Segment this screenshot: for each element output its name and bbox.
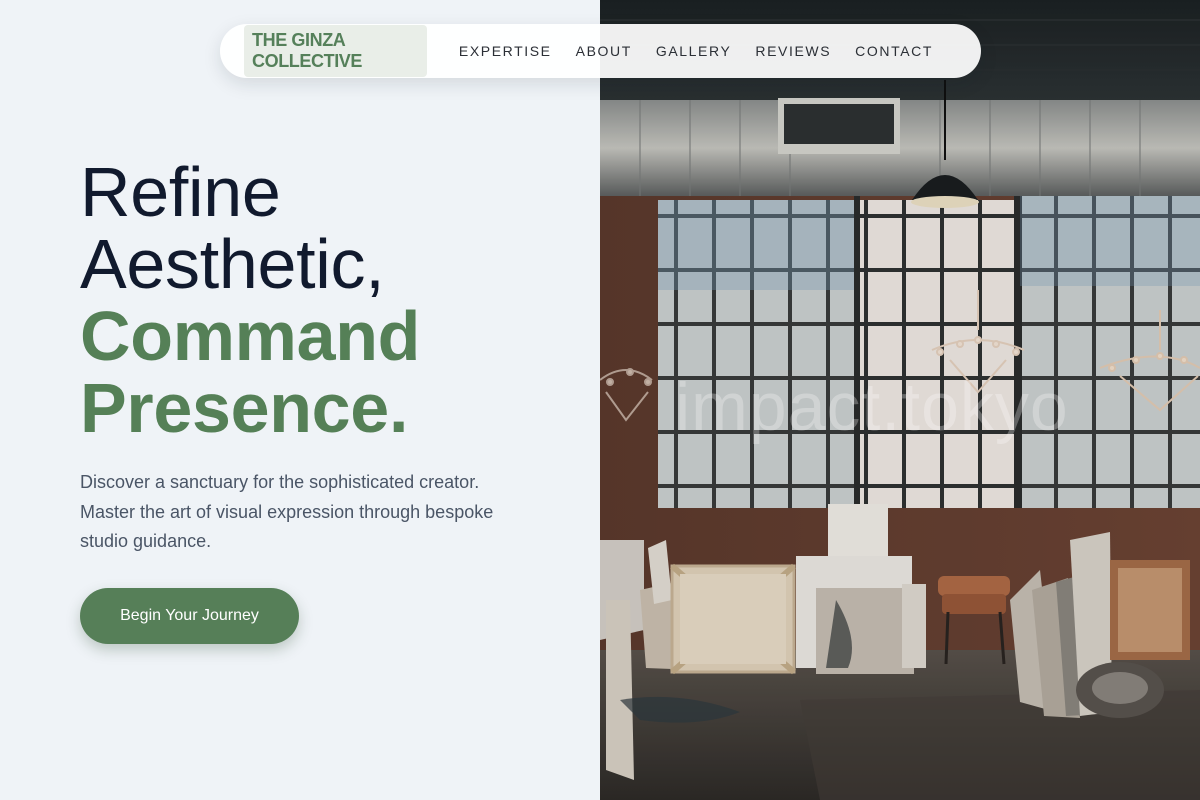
brand-logo[interactable]: THE GINZA COLLECTIVE [244,25,427,77]
nav-link-expertise[interactable]: EXPERTISE [459,43,552,59]
headline-line-command: Command [80,297,421,375]
nav-link-gallery[interactable]: GALLERY [656,43,732,59]
nav-link-contact[interactable]: CONTACT [855,43,933,59]
headline-line-presence: Presence. [80,369,409,447]
headline-line-aesthetic: Aesthetic, [80,225,385,303]
hero-subtext: Discover a sanctuary for the sophisticat… [80,472,494,551]
top-navbar: THE GINZA COLLECTIVE EXPERTISE ABOUT GAL… [220,24,981,78]
nav-link-about[interactable]: ABOUT [576,43,632,59]
watermark-text: impact.tokyo [675,369,1069,445]
headline-line-refine: Refine [80,153,281,231]
hero-image: impact.tokyo [600,0,1200,800]
begin-journey-button[interactable]: Begin Your Journey [80,588,299,644]
nav-link-reviews[interactable]: REVIEWS [755,43,831,59]
hero-headline: Refine Aesthetic, Command Presence. [80,156,420,444]
nav-links: EXPERTISE ABOUT GALLERY REVIEWS CONTACT [459,43,957,59]
